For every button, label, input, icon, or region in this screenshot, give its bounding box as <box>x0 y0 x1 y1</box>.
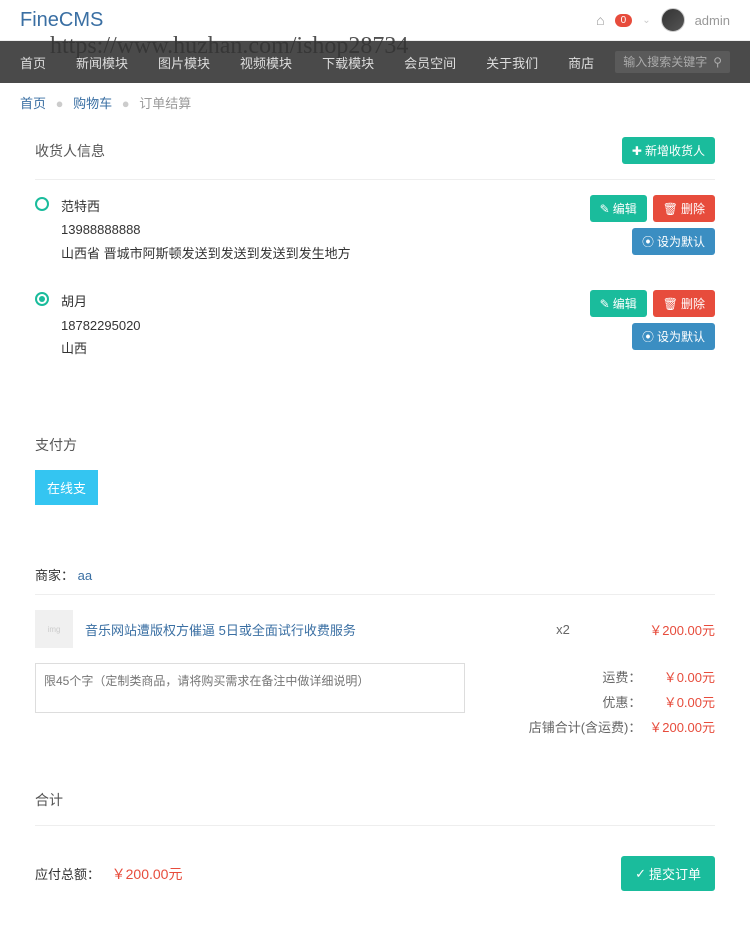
delete-address-button[interactable]: 🗑删除 <box>653 195 715 222</box>
username[interactable]: admin <box>695 13 730 28</box>
check-icon: ✓ <box>635 866 646 882</box>
address-name: 范特西 <box>61 195 351 218</box>
shipping-title: 收货人信息 <box>35 141 105 161</box>
nav-news[interactable]: 新闻模块 <box>76 53 128 72</box>
avatar[interactable] <box>661 8 685 32</box>
product-row: img 音乐网站遭版权方催逼 5日或全面试行收费服务 x2 ￥200.00元 <box>35 610 715 648</box>
breadcrumb-current: 订单结算 <box>139 96 191 111</box>
edit-address-button[interactable]: ✎编辑 <box>590 195 647 222</box>
address-name: 胡月 <box>61 290 141 313</box>
nav-items: 首页 新闻模块 图片模块 视频模块 下载模块 会员空间 关于我们 商店 <box>20 53 594 72</box>
trash-icon: 🗑 <box>663 202 678 216</box>
trash-icon: 🗑 <box>663 297 678 311</box>
address-radio[interactable] <box>35 197 49 211</box>
breadcrumb-separator: ● <box>56 96 64 111</box>
dropdown-icon: ⌄ <box>642 15 650 26</box>
payment-title: 支付方 <box>35 435 715 455</box>
delete-address-button[interactable]: 🗑删除 <box>653 290 715 317</box>
set-default-button[interactable]: ⦿设为默认 <box>632 228 715 255</box>
address-phone: 18782295020 <box>61 314 141 337</box>
check-icon: ⦿ <box>642 328 654 345</box>
edit-icon: ✎ <box>600 297 610 311</box>
add-address-button[interactable]: ✚ 新增收货人 <box>622 137 715 164</box>
breadcrumb: 首页 ● 购物车 ● 订单结算 <box>0 83 750 122</box>
product-price: ￥200.00元 <box>615 620 715 639</box>
address-phone: 13988888888 <box>61 218 351 241</box>
nav-download[interactable]: 下载模块 <box>322 53 374 72</box>
product-qty: x2 <box>523 622 603 637</box>
address-text: 山西 <box>61 337 141 360</box>
set-default-button[interactable]: ⦿设为默认 <box>632 323 715 350</box>
final-total-amount: ￥200.00元 <box>112 866 183 882</box>
merchant-name[interactable]: aa <box>78 568 92 583</box>
breadcrumb-home[interactable]: 首页 <box>20 96 46 111</box>
nav-home[interactable]: 首页 <box>20 53 46 72</box>
address-item: 胡月 18782295020 山西 ✎编辑 🗑删除 ⦿设为默认 <box>35 290 715 360</box>
product-image: img <box>35 610 73 648</box>
merchant-row: 商家： aa <box>35 555 715 595</box>
address-radio[interactable] <box>35 292 49 306</box>
remark-input[interactable] <box>35 663 465 713</box>
search-input[interactable] <box>623 55 713 69</box>
header-right: ⌂ 0 ⌄ admin <box>596 8 730 32</box>
breadcrumb-separator: ● <box>122 96 130 111</box>
product-name[interactable]: 音乐网站遭版权方催逼 5日或全面试行收费服务 <box>85 620 511 639</box>
merchant-label: 商家： <box>35 568 74 583</box>
nav-video[interactable]: 视频模块 <box>240 53 292 72</box>
search-icon[interactable]: ⚲ <box>713 55 722 69</box>
nav-shop[interactable]: 商店 <box>568 53 594 72</box>
address-item: 范特西 13988888888 山西省 晋城市阿斯顿发送到发送到发送到发生地方 … <box>35 195 715 265</box>
nav-member[interactable]: 会员空间 <box>404 53 456 72</box>
home-icon[interactable]: ⌂ <box>596 12 604 28</box>
cart-badge[interactable]: 0 <box>615 14 633 27</box>
final-total-label: 应付总额： ￥200.00元 <box>35 864 182 884</box>
breadcrumb-cart[interactable]: 购物车 <box>73 96 112 111</box>
logo: FineCMS <box>20 9 103 32</box>
edit-icon: ✎ <box>600 202 610 216</box>
summary-title: 合计 <box>35 790 715 826</box>
plus-icon: ✚ <box>632 144 642 158</box>
nav-images[interactable]: 图片模块 <box>158 53 210 72</box>
address-text: 山西省 晋城市阿斯顿发送到发送到发送到发生地方 <box>61 242 351 265</box>
edit-address-button[interactable]: ✎编辑 <box>590 290 647 317</box>
search-box: ⚲ <box>615 51 730 73</box>
check-icon: ⦿ <box>642 233 654 250</box>
online-payment-button[interactable]: 在线支 <box>35 470 98 505</box>
nav-about[interactable]: 关于我们 <box>486 53 538 72</box>
submit-order-button[interactable]: ✓ 提交订单 <box>621 856 715 891</box>
